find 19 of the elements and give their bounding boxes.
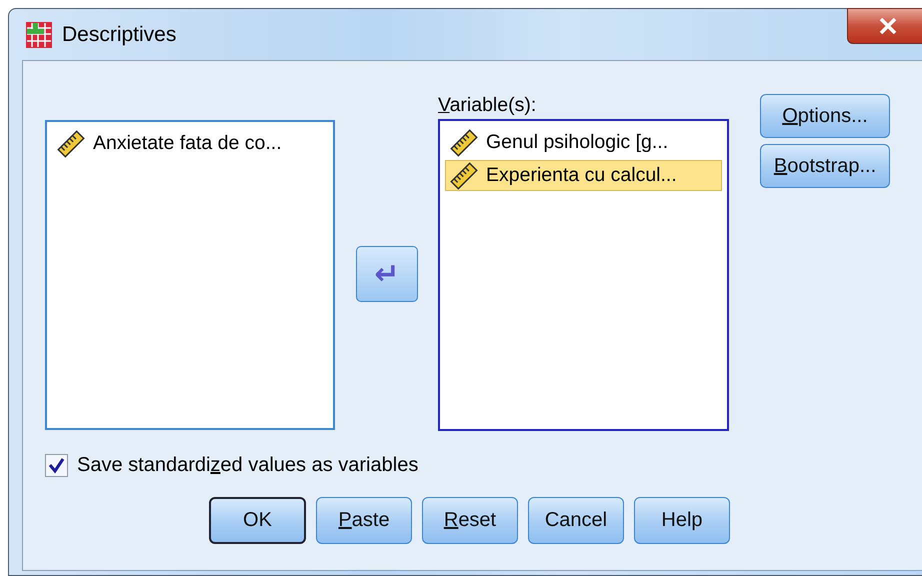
move-button[interactable]: ↵: [356, 246, 418, 302]
grid-table-icon: [25, 20, 53, 48]
dialog-button[interactable]: OK: [209, 497, 306, 544]
close-button[interactable]: [847, 8, 922, 44]
dialog-button[interactable]: Help: [634, 497, 730, 544]
checkbox-label: Save standardized values as variables: [77, 454, 418, 477]
dialog-button[interactable]: Reset: [422, 497, 518, 544]
dialog-button[interactable]: Bootstrap...: [760, 144, 890, 188]
dialog-button[interactable]: Options...: [760, 94, 890, 138]
window-title: Descriptives: [62, 22, 176, 46]
variable-item[interactable]: Experienta cu calcul...: [445, 160, 722, 191]
variables-label: Variable(s):: [438, 94, 538, 118]
variable-item[interactable]: Genul psihologic [g...: [445, 127, 722, 158]
close-icon: [879, 18, 897, 34]
checkbox[interactable]: [45, 454, 68, 477]
checkmark-icon: [48, 457, 65, 474]
variable-item[interactable]: Anxietate fata de co...: [52, 128, 328, 159]
dialog-button[interactable]: Cancel: [528, 497, 624, 544]
dialog-button[interactable]: Paste: [316, 497, 412, 544]
